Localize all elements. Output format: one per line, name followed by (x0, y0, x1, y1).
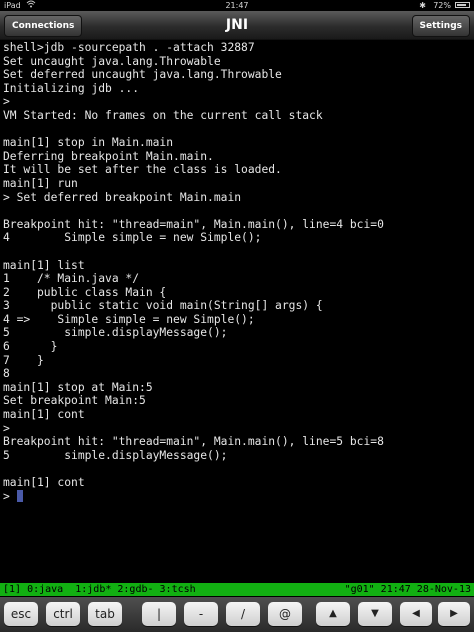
terminal-line: Set breakpoint Main:5 (3, 394, 146, 408)
esc-key[interactable]: esc (4, 602, 38, 626)
tmux-host-clock: "g01" 21:47 28-Nov-13 (344, 584, 471, 595)
terminal-line: > (3, 421, 10, 435)
terminal-line: main[1] stop at Main:5 (3, 380, 153, 394)
terminal-line: main[1] cont (3, 408, 85, 422)
terminal-line: main[1] list (3, 258, 85, 272)
terminal-line: Initializing jdb ... (3, 81, 140, 95)
terminal-line: Breakpoint hit: "thread=main", Main.main… (3, 435, 384, 449)
tmux-status-bar: [1] 0:java 1:jdb* 2:gdb- 3:tcsh "g01" 21… (0, 583, 474, 596)
terminal-line: > Set deferred breakpoint Main.main (3, 190, 242, 204)
settings-button[interactable]: Settings (411, 15, 470, 37)
tab-key[interactable]: tab (88, 602, 122, 626)
terminal-line: Set deferred uncaught java.lang.Throwabl… (3, 68, 282, 82)
terminal-line: 4 Simple simple = new Simple(); (3, 231, 262, 245)
terminal-line: 4 => Simple simple = new Simple(); (3, 312, 255, 326)
terminal-line: 2 public class Main { (3, 285, 167, 299)
battery-icon (455, 2, 470, 8)
right-arrow-key[interactable]: ▶ (438, 602, 470, 626)
terminal-line: > (3, 95, 10, 109)
status-bar: iPad 21:47 ✱ 72% (0, 0, 474, 11)
pipe-key[interactable]: | (142, 602, 176, 626)
terminal-line: main[1] cont (3, 476, 85, 489)
terminal-line: Breakpoint hit: "thread=main", Main.main… (3, 217, 384, 231)
terminal-line: VM Started: No frames on the current cal… (3, 108, 323, 122)
terminal-lines: shell>jdb -sourcepath . -attach 32887 Se… (3, 41, 384, 489)
bluetooth-icon: ✱ (419, 1, 426, 10)
terminal-line: 1 /* Main.java */ (3, 272, 140, 286)
terminal-line: 5 simple.displayMessage(); (3, 448, 228, 462)
terminal-line: Set uncaught java.lang.Throwable (3, 54, 221, 68)
tmux-window-list: [1] 0:java 1:jdb* 2:gdb- 3:tcsh (3, 584, 196, 595)
clock: 21:47 (225, 1, 249, 10)
at-key[interactable]: @ (268, 602, 302, 626)
terminal-line: main[1] run (3, 176, 78, 190)
terminal-line: 5 simple.displayMessage(); (3, 326, 228, 340)
up-arrow-key[interactable]: ▲ (316, 602, 350, 626)
slash-key[interactable]: / (226, 602, 260, 626)
terminal-cursor (16, 489, 23, 502)
down-arrow-key[interactable]: ▼ (358, 602, 392, 626)
terminal-line: It will be set after the class is loaded… (3, 163, 282, 177)
extra-keys-bar: esc ctrl tab | - / @ ▲ ▼ ◀ ▶ (0, 597, 474, 632)
terminal-line: 7 } (3, 353, 44, 367)
navigation-bar: Connections JNI Settings (0, 11, 474, 40)
window-title: JNI (225, 17, 249, 33)
left-arrow-key[interactable]: ◀ (400, 602, 432, 626)
terminal-line: Deferring breakpoint Main.main. (3, 149, 214, 163)
terminal-line: 3 public static void main(String[] args)… (3, 299, 323, 313)
ctrl-key[interactable]: ctrl (46, 602, 80, 626)
terminal-line: 8 (3, 367, 10, 381)
terminal-prompt: > (3, 489, 17, 503)
dash-key[interactable]: - (184, 602, 218, 626)
terminal-line: 6 } (3, 340, 58, 354)
battery-percent: 72% (433, 1, 451, 10)
terminal-line: main[1] stop in Main.main (3, 136, 174, 150)
terminal-output[interactable]: shell>jdb -sourcepath . -attach 32887 Se… (3, 41, 471, 581)
terminal-line: shell>jdb -sourcepath . -attach 32887 (3, 41, 255, 54)
